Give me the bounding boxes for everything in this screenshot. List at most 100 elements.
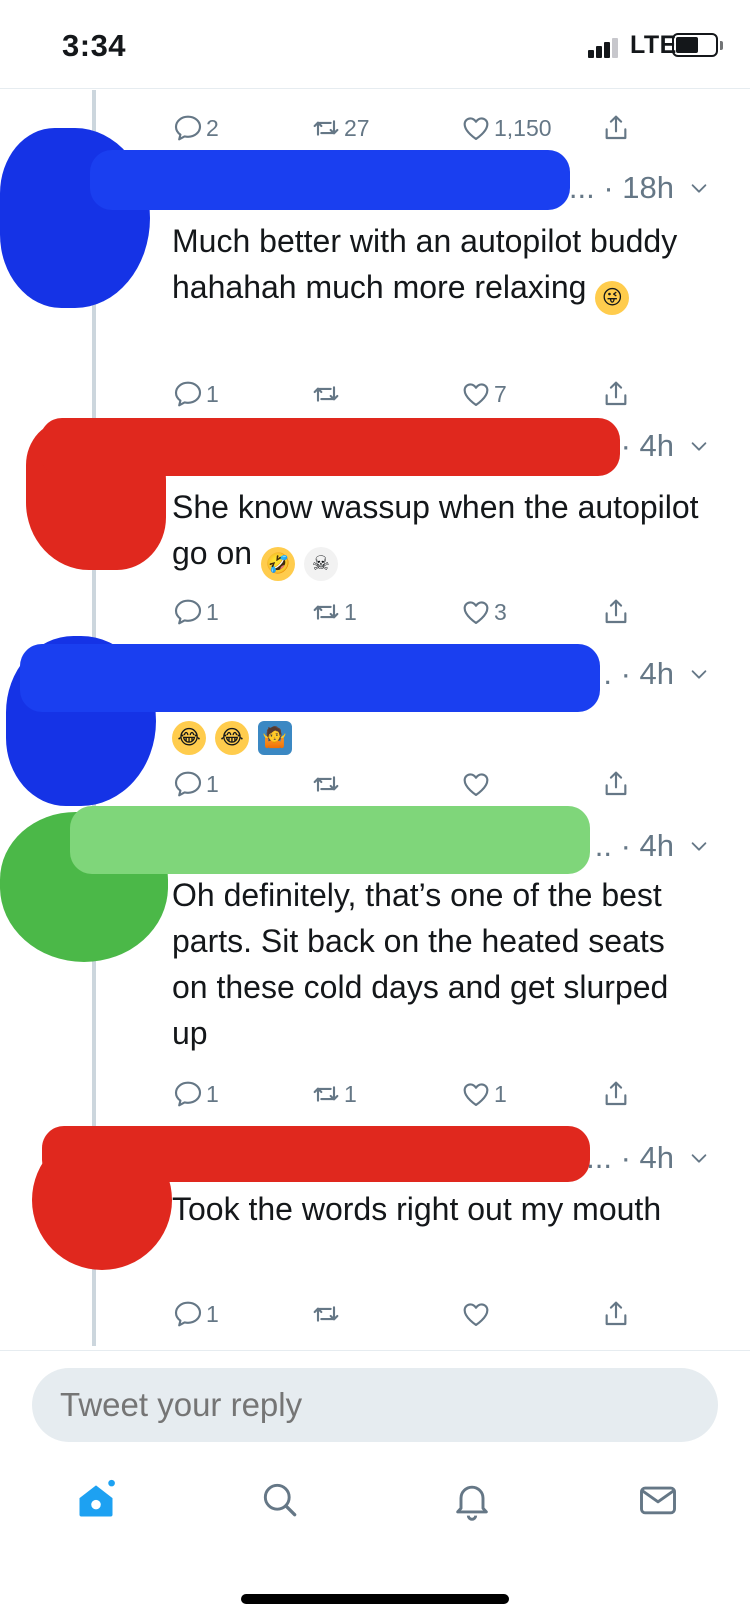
- retweet-icon: [310, 378, 342, 410]
- home-icon: [79, 1479, 115, 1517]
- timestamp: ... · 4h: [586, 1140, 674, 1175]
- reply-count: 1: [206, 380, 219, 407]
- reply-button[interactable]: 2: [172, 108, 219, 148]
- share-icon: [600, 378, 632, 410]
- retweet-button[interactable]: 1: [310, 1074, 357, 1114]
- like-button[interactable]: 3: [460, 592, 507, 632]
- heart-icon: [460, 378, 492, 410]
- home-indicator[interactable]: [241, 1594, 509, 1604]
- retweet-count: 1: [344, 598, 357, 625]
- reply-icon: [172, 1078, 204, 1110]
- skull-crossbones-emoji: ☠: [303, 547, 338, 581]
- bell-icon: [456, 1485, 488, 1521]
- share-button[interactable]: [600, 764, 632, 804]
- reply-compose-box[interactable]: [32, 1368, 718, 1442]
- share-button[interactable]: [600, 108, 632, 148]
- heart-icon: [460, 1298, 492, 1330]
- like-button[interactable]: [460, 1294, 494, 1334]
- share-icon: [600, 1078, 632, 1110]
- tweet-meta: · 4h: [621, 428, 710, 464]
- reply-count: 1: [206, 770, 219, 797]
- tweet-text: Oh definitely, that’s one of the best pa…: [172, 872, 702, 1056]
- redacted-username: [42, 1126, 590, 1182]
- tweet-body: She know wassup when the autopilot go on: [172, 489, 699, 571]
- tab-home[interactable]: [66, 1470, 126, 1530]
- retweet-button[interactable]: [310, 1294, 344, 1334]
- status-time: 3:34: [62, 28, 127, 63]
- redacted-username: [90, 150, 570, 210]
- tweet-text: Took the words right out my mouth: [172, 1186, 702, 1232]
- redacted-username: [40, 418, 620, 476]
- share-button[interactable]: [600, 374, 632, 414]
- tweet-actions: 1: [172, 764, 652, 804]
- reply-count: 1: [206, 1300, 219, 1327]
- retweet-button[interactable]: [310, 374, 344, 414]
- retweet-button[interactable]: 1: [310, 592, 357, 632]
- tweet-body: Took the words right out my mouth: [172, 1191, 662, 1227]
- like-button[interactable]: 7: [460, 374, 507, 414]
- tweet-actions: 1 1 1: [172, 1074, 652, 1114]
- tweet-meta: ... · 18h: [569, 170, 710, 206]
- like-count: 1: [494, 1080, 507, 1107]
- share-icon: [600, 112, 632, 144]
- reply-count: 1: [206, 598, 219, 625]
- chevron-down-icon[interactable]: [688, 1147, 710, 1169]
- reply-input[interactable]: [60, 1368, 680, 1442]
- tweet-text: Much better with an autopilot buddy haha…: [172, 218, 702, 315]
- tears-of-joy-face-emoji: 😂: [172, 721, 206, 755]
- battery-tip: [720, 41, 723, 50]
- header-divider: [0, 88, 750, 89]
- tweet-body: Oh definitely, that’s one of the best pa…: [172, 877, 669, 1051]
- tweet-actions: 1: [172, 1294, 652, 1334]
- search-icon: [263, 1483, 297, 1517]
- reply-button[interactable]: 1: [172, 374, 219, 414]
- redacted-username: [20, 644, 600, 712]
- chevron-down-icon[interactable]: [688, 663, 710, 685]
- share-button[interactable]: [600, 592, 632, 632]
- tweet-meta: . · 4h: [603, 656, 710, 692]
- tears-of-joy-face-emoji: 😂: [214, 721, 249, 755]
- tab-notifications[interactable]: [442, 1470, 502, 1530]
- rolling-laughing-face-emoji: 🤣: [260, 547, 295, 581]
- share-button[interactable]: [600, 1074, 632, 1114]
- retweet-button[interactable]: [310, 764, 344, 804]
- redacted-username: [70, 806, 590, 874]
- like-count: 1,150: [494, 114, 552, 141]
- battery-icon: [672, 33, 718, 57]
- tab-bar: [0, 1470, 750, 1560]
- reply-icon: [172, 378, 204, 410]
- reply-button[interactable]: 1: [172, 1294, 219, 1334]
- reply-icon: [172, 1298, 204, 1330]
- reply-button[interactable]: 1: [172, 1074, 219, 1114]
- reply-icon: [172, 596, 204, 628]
- compose-divider: [0, 1350, 750, 1351]
- retweet-button[interactable]: 27: [310, 108, 370, 148]
- retweet-icon: [310, 1078, 342, 1110]
- tweet-meta: .. · 4h: [595, 828, 710, 864]
- share-button[interactable]: [600, 1294, 632, 1334]
- like-button[interactable]: 1: [460, 1074, 507, 1114]
- tweet-text: 😂 😂 🤷: [172, 704, 702, 755]
- status-bar: 3:34 LTE: [0, 0, 750, 88]
- like-button[interactable]: 1,150: [460, 108, 552, 148]
- chevron-down-icon[interactable]: [688, 177, 710, 199]
- like-button[interactable]: [460, 764, 494, 804]
- reply-button[interactable]: 1: [172, 764, 219, 804]
- signal-strength-icon: [588, 36, 624, 58]
- reply-icon: [172, 768, 204, 800]
- timestamp: ... · 18h: [568, 170, 674, 205]
- network-label: LTE: [630, 31, 677, 59]
- heart-icon: [460, 596, 492, 628]
- retweet-icon: [310, 1298, 342, 1330]
- share-icon: [600, 596, 632, 628]
- chevron-down-icon[interactable]: [688, 435, 710, 457]
- tweet-actions: 1 7: [172, 374, 652, 414]
- tab-messages[interactable]: [628, 1470, 688, 1530]
- reply-count: 2: [206, 114, 219, 141]
- tweet-actions: 1 1 3: [172, 592, 652, 632]
- retweet-icon: [310, 596, 342, 628]
- chevron-down-icon[interactable]: [688, 835, 710, 857]
- heart-icon: [460, 112, 492, 144]
- tab-search[interactable]: [250, 1470, 310, 1530]
- reply-button[interactable]: 1: [172, 592, 219, 632]
